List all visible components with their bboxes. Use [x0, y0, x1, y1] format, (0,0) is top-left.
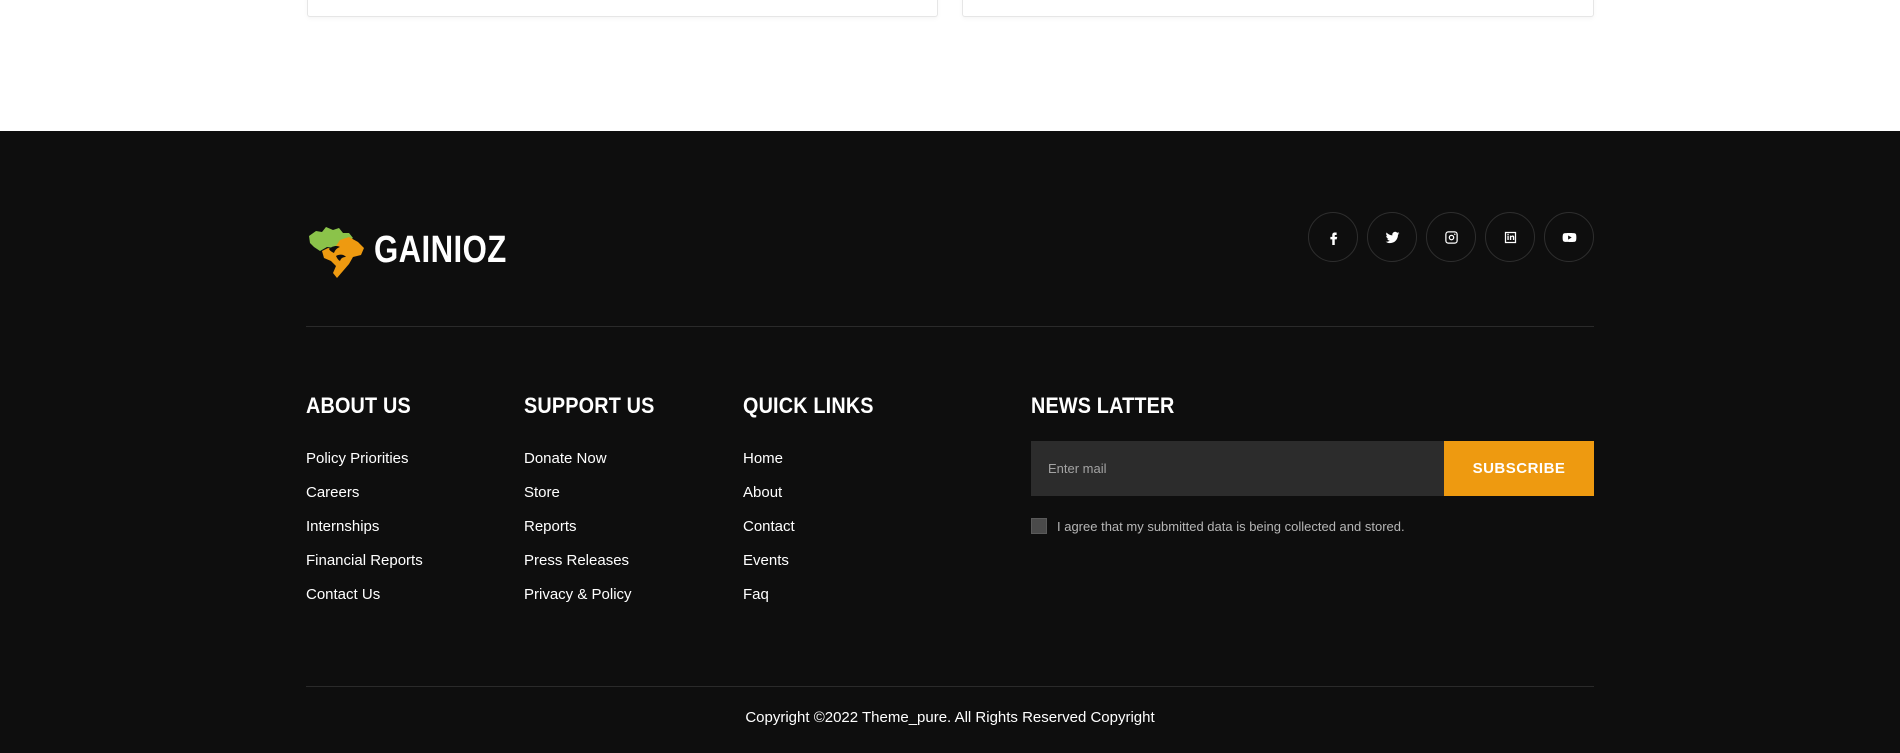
link-about[interactable]: About [743, 476, 888, 510]
support-us-links: Donate Now Store Reports Press Releases … [524, 442, 669, 612]
instagram-link[interactable] [1426, 212, 1476, 262]
about-us-links: Policy Priorities Careers Internships Fi… [306, 442, 423, 612]
quick-links-column: QUICK LINKS Home About Contact Events Fa… [743, 391, 888, 612]
twitter-link[interactable] [1367, 212, 1417, 262]
link-contact[interactable]: Contact [743, 510, 888, 544]
link-donate-now[interactable]: Donate Now [524, 442, 669, 476]
link-home[interactable]: Home [743, 442, 888, 476]
youtube-link[interactable] [1544, 212, 1594, 262]
instagram-icon [1444, 230, 1458, 244]
site-logo[interactable]: GAINIOZ [306, 220, 536, 280]
about-us-column: ABOUT US Policy Priorities Careers Inter… [306, 391, 423, 612]
link-store[interactable]: Store [524, 476, 669, 510]
link-policy-priorities[interactable]: Policy Priorities [306, 442, 423, 476]
link-financial-reports[interactable]: Financial Reports [306, 544, 423, 578]
twitter-icon [1385, 231, 1399, 243]
agree-row: I agree that my submitted data is being … [1031, 518, 1594, 534]
support-us-column: SUPPORT US Donate Now Store Reports Pres… [524, 391, 669, 612]
link-internships[interactable]: Internships [306, 510, 423, 544]
social-links [1308, 212, 1594, 262]
email-input[interactable] [1031, 441, 1444, 496]
footer-divider [306, 326, 1594, 327]
link-reports[interactable]: Reports [524, 510, 669, 544]
agree-checkbox[interactable] [1031, 518, 1047, 534]
quick-links-title: QUICK LINKS [743, 393, 874, 418]
content-card [307, 0, 938, 17]
facebook-link[interactable] [1308, 212, 1358, 262]
support-us-title: SUPPORT US [524, 393, 655, 418]
link-events[interactable]: Events [743, 544, 888, 578]
link-press-releases[interactable]: Press Releases [524, 544, 669, 578]
youtube-icon [1562, 232, 1576, 242]
newsletter-form: SUBSCRIBE [1031, 441, 1594, 496]
copyright-text: Copyright ©2022 Theme_pure. All Rights R… [745, 709, 1155, 726]
agree-label: I agree that my submitted data is being … [1057, 518, 1405, 534]
linkedin-icon [1504, 231, 1516, 243]
facebook-icon [1329, 232, 1337, 245]
newsletter-title: NEWS LATTER [1031, 393, 1175, 418]
link-contact-us[interactable]: Contact Us [306, 578, 423, 612]
link-faq[interactable]: Faq [743, 578, 888, 612]
content-area [0, 0, 1900, 131]
logo-text: GAINIOZ [374, 228, 507, 271]
newsletter-column: NEWS LATTER SUBSCRIBE I agree that my su… [1031, 391, 1594, 534]
linkedin-link[interactable] [1485, 212, 1535, 262]
logo-map-icon [309, 227, 364, 278]
link-privacy-policy[interactable]: Privacy & Policy [524, 578, 669, 612]
subscribe-button[interactable]: SUBSCRIBE [1444, 441, 1594, 496]
content-card [962, 0, 1594, 17]
about-us-title: ABOUT US [306, 393, 411, 418]
quick-links-list: Home About Contact Events Faq [743, 442, 888, 612]
site-footer: GAINIOZ ABOUT US Policy Priorities Caree… [0, 131, 1900, 753]
link-careers[interactable]: Careers [306, 476, 423, 510]
footer-bottom-divider [306, 686, 1594, 687]
